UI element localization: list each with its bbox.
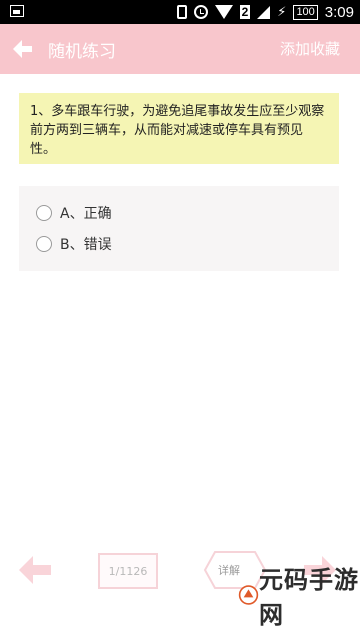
charging-icon: ⚡ <box>277 4 287 20</box>
progress-indicator: 1/1126 <box>98 553 158 589</box>
photo-icon <box>10 5 24 17</box>
previous-button[interactable] <box>15 550 55 594</box>
radio-button[interactable] <box>36 236 52 252</box>
status-icons: 2 ⚡ 100 3:09 <box>176 0 354 24</box>
back-arrow-icon <box>13 40 32 58</box>
sim-slot-badge: 2 <box>239 5 251 19</box>
clock: 3:09 <box>324 3 354 21</box>
status-bar: 2 ⚡ 100 3:09 <box>0 0 360 24</box>
watermark-text: 元码手游网 <box>259 566 359 629</box>
prev-arrow-icon <box>19 556 51 584</box>
app-bar: 随机练习 添加收藏 <box>0 24 360 74</box>
page-title: 随机练习 <box>48 42 116 62</box>
signal-icon <box>257 5 271 19</box>
option-label: B、错误 <box>60 237 112 253</box>
wifi-icon <box>214 5 233 19</box>
option-label: A、正确 <box>60 206 112 222</box>
detail-label: 详解 <box>218 564 240 577</box>
watermark: 元码手游网 <box>238 560 360 630</box>
watermark-logo-icon <box>238 585 259 605</box>
battery-indicator: 100 <box>293 4 318 20</box>
question-text: 1、多车跟车行驶，为避免追尾事故发生应至少观察前方两到三辆车，从而能对减速或停车… <box>19 93 339 164</box>
options-panel: A、正确 B、错误 <box>19 186 339 271</box>
alarm-icon <box>193 5 208 19</box>
option-a[interactable]: A、正确 <box>36 200 112 226</box>
option-b[interactable]: B、错误 <box>36 231 112 257</box>
vibrate-icon <box>176 5 187 19</box>
add-favorite-button[interactable]: 添加收藏 <box>280 38 340 59</box>
back-button[interactable] <box>10 36 36 62</box>
radio-button[interactable] <box>36 205 52 221</box>
